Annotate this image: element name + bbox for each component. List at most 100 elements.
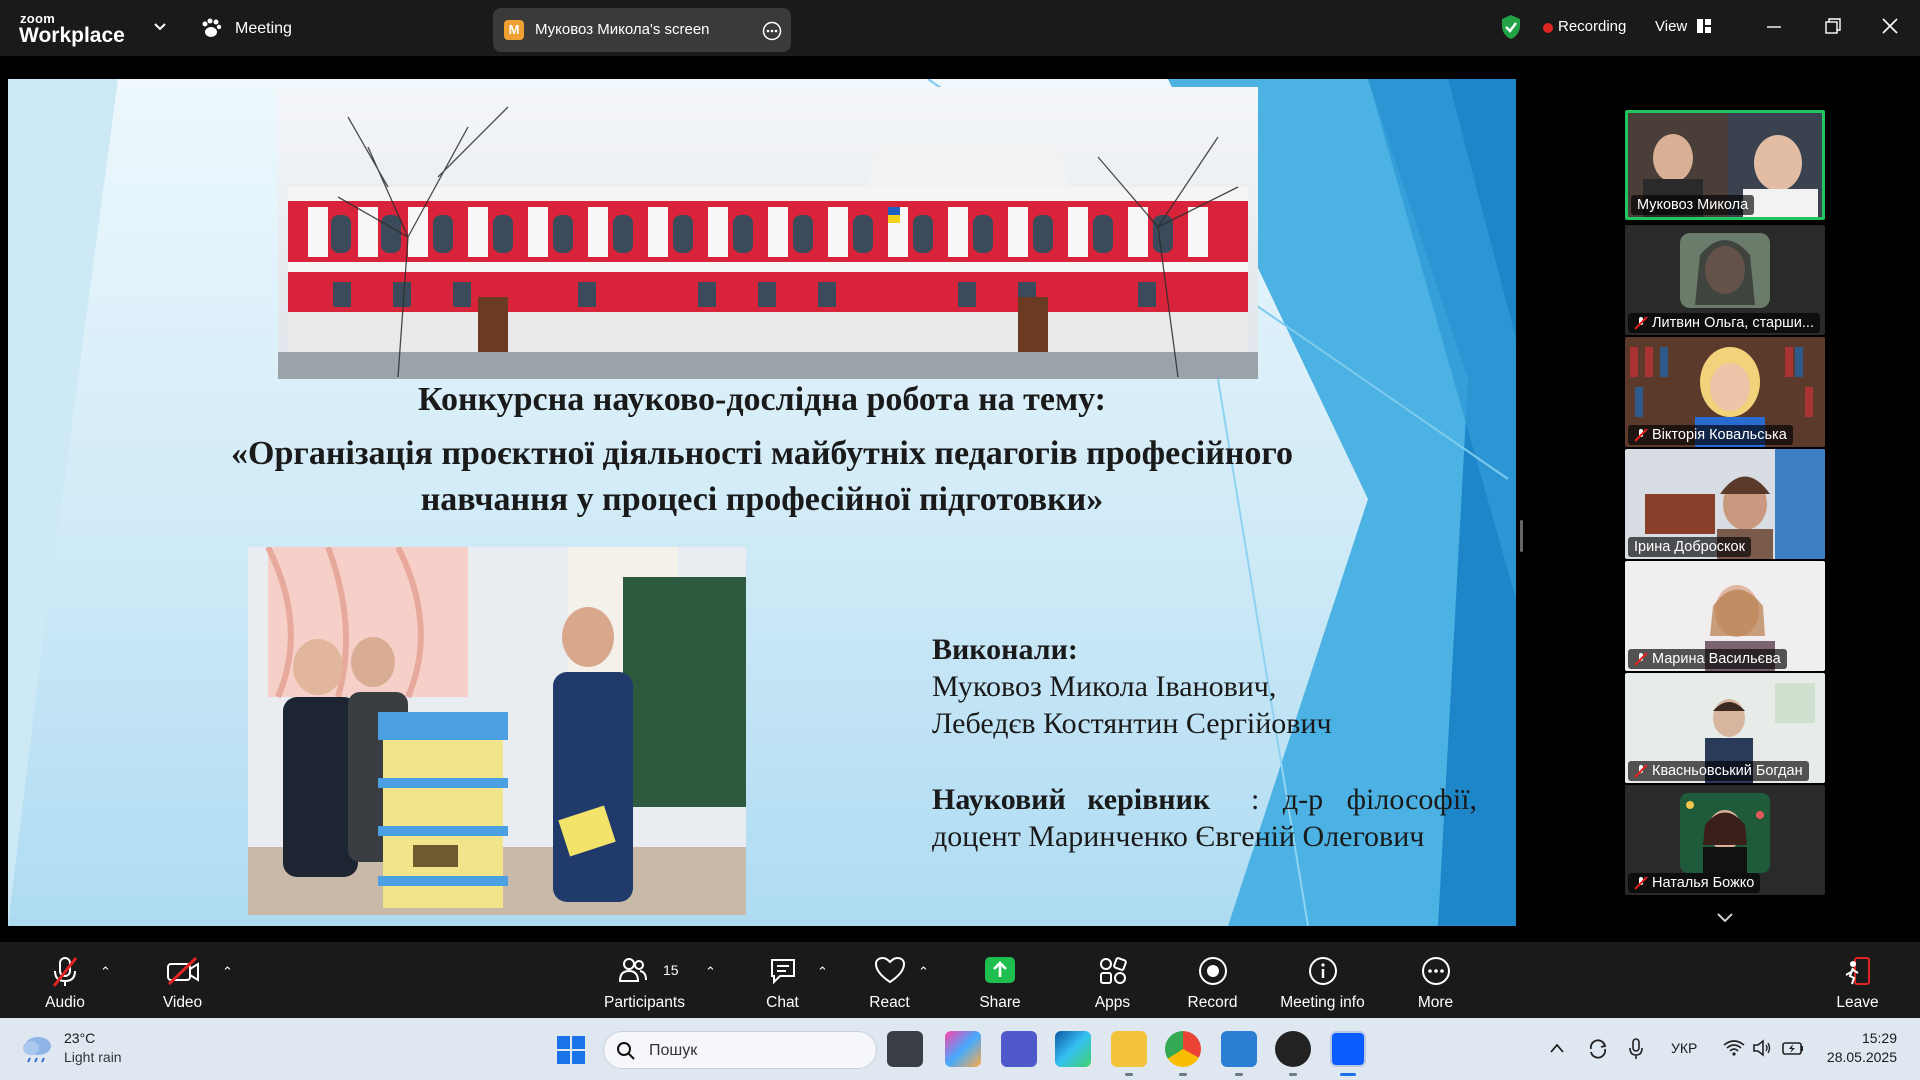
audio-button[interactable]: Audio [30,942,100,1018]
share-title: Муковоз Микола's screen [535,21,710,38]
participant-tile[interactable]: Литвин Ольга, старши... [1625,225,1825,335]
search-icon [617,1042,635,1060]
students-with-beehive-image [248,547,746,915]
shared-slide: Конкурсна науково-дослідна робота на тем… [8,79,1516,926]
supervisor-line: Науковий керівник : д-р філософії, [932,783,1477,817]
supervisor-name: доцент Маринченко Євгеній Олегович [932,820,1425,853]
leave-button[interactable]: Leave [1825,942,1890,1018]
file-explorer-icon[interactable] [1111,1031,1147,1067]
microphone-icon[interactable] [1628,1038,1644,1060]
recording-dot [1543,23,1553,33]
shield-check-icon[interactable] [1500,14,1522,40]
more-icon [1421,957,1450,985]
windows-start-icon[interactable] [556,1035,586,1065]
slide-title-line-1: Конкурсна науково-дослідна робота на тем… [417,381,1106,418]
title-bar: zoom Workplace Meeting M Муковоз Микола'… [0,0,1920,56]
recording-label[interactable]: Recording [1558,18,1626,35]
scroll-down-chevron-icon[interactable] [1716,912,1734,924]
mic-muted-icon [1634,428,1648,442]
video-options-caret[interactable]: ⌃ [222,964,233,980]
screen-share-pill[interactable]: M Муковоз Микола's screen [493,8,791,52]
leave-icon [1844,957,1870,985]
windows-taskbar: 23°C Light rain Пошук УКР 15:29 28.05.20… [0,1018,1920,1080]
search-placeholder: Пошук [649,1042,698,1059]
close-icon[interactable] [1882,18,1898,34]
author-2: Лебедєв Костянтин Сергійович [932,707,1332,740]
info-icon [1308,957,1337,985]
participants-options-caret[interactable]: ⌃ [705,964,716,980]
meeting-info-button[interactable]: Meeting info [1275,942,1370,1018]
volume-icon[interactable] [1752,1039,1772,1057]
author-1: Муковоз Микола Іванович, [932,670,1277,703]
copilot-icon[interactable] [945,1031,981,1067]
taskbar-search-box[interactable]: Пошук [603,1031,877,1069]
minimize-icon[interactable] [1767,20,1781,34]
battery-charging-icon[interactable] [1782,1040,1804,1056]
video-off-icon [166,956,199,986]
weather-description[interactable]: Light rain [64,1049,122,1065]
chevron-up-icon[interactable] [1550,1043,1564,1053]
participant-name-muted: Марина Васильєва [1628,649,1787,669]
participants-icon [619,958,648,982]
restore-icon[interactable] [1825,18,1841,34]
audio-options-caret[interactable]: ⌃ [100,964,111,980]
authors-heading: Виконали: [932,633,1078,666]
supervisor-heading: Науковий керівник [932,783,1211,816]
participant-tile[interactable]: Наталья Божко [1625,785,1825,895]
meeting-label[interactable]: Meeting [235,20,292,38]
panel-resize-handle[interactable] [1520,520,1523,552]
participant-tile[interactable]: Квасньовський Богдан [1625,673,1825,783]
paw-icon [202,18,222,37]
task-view-icon[interactable] [887,1031,923,1067]
participant-name: Муковоз Микола [1631,195,1755,215]
chat-icon [770,959,795,985]
record-icon [1198,957,1227,985]
rain-cloud-icon[interactable] [20,1032,56,1064]
participant-tile[interactable]: Марина Васильєва [1625,561,1825,671]
mic-muted-icon [52,957,78,987]
sync-icon[interactable] [1587,1038,1609,1060]
clock-date[interactable]: 28.05.2025 [1822,1049,1897,1065]
heart-icon [874,956,905,984]
view-label[interactable]: View [1655,18,1687,35]
participant-tile[interactable]: Муковоз Микола [1625,110,1825,220]
media-player-icon[interactable] [1275,1031,1311,1067]
clock-time[interactable]: 15:29 [1853,1030,1897,1046]
weather-temperature[interactable]: 23°C [64,1030,95,1046]
participants-button[interactable]: 15 Participants [597,942,692,1018]
chrome-icon[interactable] [1165,1031,1201,1067]
react-button[interactable]: React [857,942,922,1018]
supervisor-title: : д-р філософії, [1250,783,1477,816]
meeting-toolbar: Audio ⌃ Video ⌃ 15 Participants ⌃ Chat ⌃… [0,942,1920,1018]
wifi-icon[interactable] [1723,1039,1745,1057]
university-building-image [278,87,1258,379]
zoom-app-icon[interactable] [1330,1031,1366,1067]
participant-name-muted: Наталья Божко [1628,873,1761,893]
more-options-icon[interactable] [762,21,782,41]
chat-options-caret[interactable]: ⌃ [817,964,828,980]
input-language[interactable]: УКР [1671,1040,1697,1056]
apps-icon [1099,957,1127,984]
share-button[interactable]: Share [967,942,1033,1018]
view-grid-icon[interactable] [1697,19,1711,33]
edge-icon[interactable] [1055,1031,1091,1067]
photos-app-icon[interactable] [1221,1031,1257,1067]
react-options-caret[interactable]: ⌃ [918,964,929,980]
brand-logo: Workplace [19,24,125,47]
teams-icon[interactable] [1001,1031,1037,1067]
participant-tile[interactable]: Вікторія Ковальська [1625,337,1825,447]
chat-button[interactable]: Chat [750,942,815,1018]
video-button[interactable]: Video [145,942,220,1018]
apps-button[interactable]: Apps [1080,942,1145,1018]
mic-muted-icon [1634,764,1648,778]
chevron-down-icon[interactable] [153,22,167,32]
more-button[interactable]: More [1403,942,1468,1018]
sharer-avatar: M [504,20,524,40]
participant-tile[interactable]: Ірина Доброскок [1625,449,1825,559]
participant-name: Ірина Доброскок [1628,537,1751,557]
record-button[interactable]: Record [1180,942,1245,1018]
participants-count: 15 [663,962,679,978]
participant-name-muted: Вікторія Ковальська [1628,425,1793,445]
mic-muted-icon [1634,652,1648,666]
participant-name-muted: Литвин Ольга, старши... [1628,313,1820,333]
